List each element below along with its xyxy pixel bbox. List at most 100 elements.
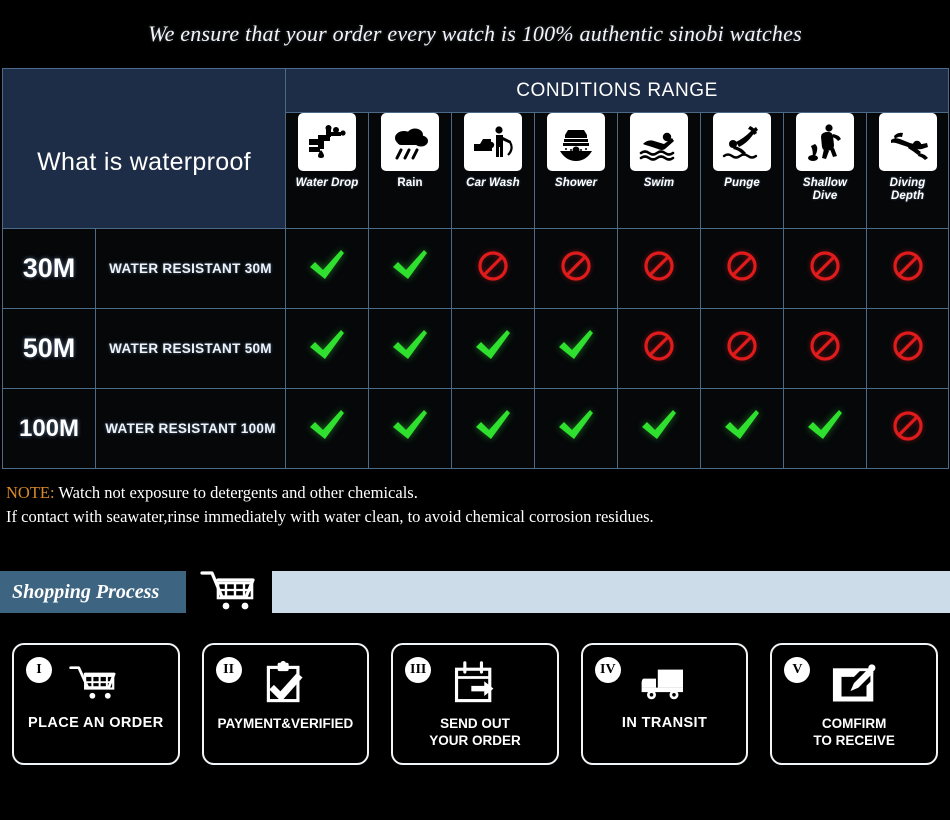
clipboard-check-icon [261,655,309,713]
check-icon [639,408,679,444]
mark-not-allowed [700,228,784,309]
condition-column-rain-cloud: Rain [368,112,452,229]
note-line-1: NOTE: Watch not exposure to detergents a… [6,481,950,505]
step-label: IN TRANSIT [621,715,708,731]
check-icon [307,408,347,444]
prohibited-icon [809,250,841,282]
mark-allowed [534,388,618,469]
mark-not-allowed [783,228,867,309]
depth-rating: 50M [2,308,96,389]
process-step-4[interactable]: IV IN TRANSIT [580,643,749,765]
prohibited-icon [560,250,592,282]
shopping-steps: I PLACE AN ORDER II PAYMENT&VERIFIED III SEND… [0,613,950,765]
step-numeral: I [26,657,52,683]
scuba-diver-icon [878,113,937,171]
prohibited-icon [809,330,841,362]
mark-allowed [368,308,452,389]
mark-not-allowed [534,228,618,309]
mark-allowed [451,308,535,389]
condition-column-shower: Shower [534,112,618,229]
shower-icon [547,113,605,171]
prohibited-icon [892,330,924,362]
check-icon [307,328,347,364]
table-row: 50M WATER RESISTANT 50M [2,308,950,389]
prohibited-icon [477,250,509,282]
condition-column-scuba-diver: Diving Depth [865,112,950,229]
mark-allowed [783,388,867,469]
condition-column-plunge-dive: Punge [700,112,784,229]
check-icon [390,328,430,364]
check-icon [473,328,513,364]
mark-allowed [285,228,369,309]
shopping-process-bar: Shopping Process [0,571,950,613]
process-step-5[interactable]: V COMFIRM TO RECEIVE [770,643,938,765]
condition-label: Swim [643,177,675,189]
condition-column-car-wash: Car Wash [451,112,535,229]
mark-not-allowed [783,308,867,389]
step-numeral: V [784,657,811,683]
condition-column-shallow-diver: Shallow Dive [783,112,867,229]
check-icon [556,408,596,444]
condition-label: Car Wash [466,177,520,189]
condition-label: Shallow Dive [802,177,848,202]
table-header-title: What is waterproof [2,68,286,229]
conditions-range-header: CONDITIONS RANGE [284,68,950,113]
banner-text: We ensure that your order every watch is… [148,21,802,46]
mark-not-allowed [700,308,784,389]
resistance-label: WATER RESISTANT 30M [95,228,286,309]
sign-document-icon [829,655,879,713]
faucet-drip-icon [298,113,356,171]
check-icon [805,408,845,444]
prohibited-icon [726,250,758,282]
step-numeral: IV [594,657,621,683]
step-numeral: II [215,657,242,683]
shallow-diver-icon [796,113,854,171]
depth-rating: 30M [2,228,96,309]
waterproof-table: What is waterproof CONDITIONS RANGE Water … [2,68,950,469]
prohibited-icon [643,250,675,282]
step-numeral: III [405,657,432,683]
swimmer-icon [630,113,688,171]
process-step-2[interactable]: II PAYMENT&VERIFIED [201,643,370,765]
condition-label: Diving Depth [889,177,926,202]
table-header-title-text: What is waterproof [37,148,251,176]
step-label: PLACE AN ORDER [28,715,164,731]
process-step-3[interactable]: III SEND OUT YOUR ORDER [391,643,559,765]
shopping-process-label-text: Shopping Process [12,580,160,603]
check-icon [473,408,513,444]
shopping-cart-icon [196,564,260,620]
note-keyword: NOTE: [6,483,55,502]
note-line-2: If contact with seawater,rinse immediate… [6,507,654,526]
mark-not-allowed [865,308,950,389]
plunge-dive-icon [713,113,771,171]
car-wash-icon [464,113,522,171]
mark-allowed [534,308,618,389]
table-row: 30M WATER RESISTANT 30M [2,228,950,309]
condition-label: Rain [397,177,423,189]
mark-allowed [368,388,452,469]
condition-column-faucet-drip: Water Drop [285,112,369,229]
mark-not-allowed [865,388,950,469]
check-icon [390,408,430,444]
step-label: COMFIRM TO RECEIVE [813,716,895,748]
check-icon [307,248,347,284]
mark-not-allowed [617,308,701,389]
prohibited-icon [892,250,924,282]
condition-label: Water Drop [295,177,359,189]
mark-allowed [451,388,535,469]
condition-column-swimmer: Swim [617,112,701,229]
mark-not-allowed [451,228,535,309]
note-block: NOTE: Watch not exposure to detergents a… [6,481,950,529]
rain-cloud-icon [381,113,439,171]
step-label: PAYMENT&VERIFIED [217,716,354,731]
depth-rating: 100M [2,388,96,469]
process-step-1[interactable]: I PLACE AN ORDER [12,643,180,765]
delivery-truck-icon [638,655,692,713]
mark-allowed [617,388,701,469]
page-banner: We ensure that your order every watch is… [0,0,950,68]
check-icon [390,248,430,284]
shopping-cart-icon [67,655,125,713]
condition-label: Shower [554,177,598,189]
shopping-process-label: Shopping Process [0,571,186,613]
mark-allowed [368,228,452,309]
